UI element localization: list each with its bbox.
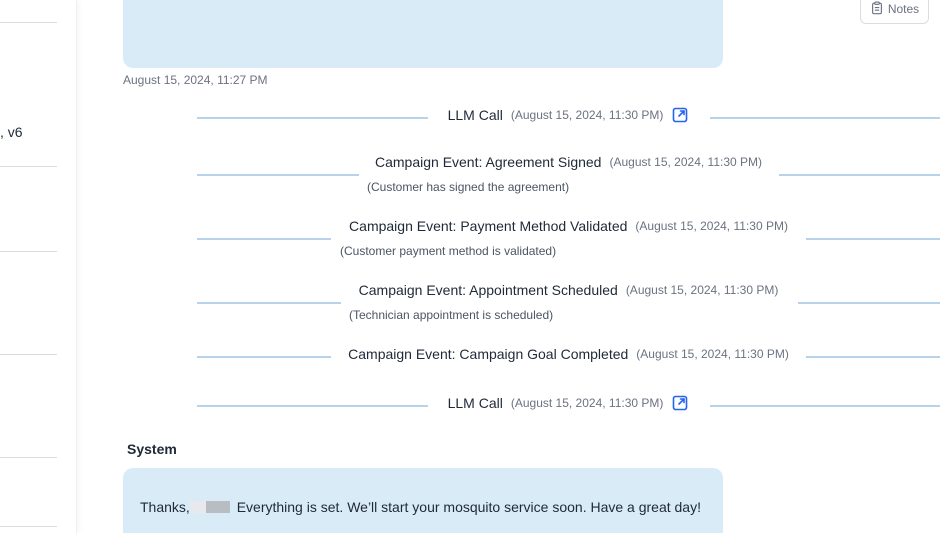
timeline-divider (798, 302, 940, 304)
notes-button-label: Notes (887, 2, 920, 16)
message-timestamp: August 15, 2024, 11:27 PM (123, 73, 268, 87)
message-bubble (123, 0, 723, 68)
timeline-event-goal-completed: Campaign Event: Campaign Goal Completed … (197, 346, 940, 370)
event-title: LLM Call (447, 107, 503, 123)
event-time: (August 15, 2024, 11:30 PM) (625, 283, 779, 297)
message-sender: System (127, 441, 177, 457)
list-divider (0, 22, 57, 23)
timeline-divider (197, 238, 331, 240)
event-time: (August 15, 2024, 11:30 PM) (609, 155, 763, 169)
timeline-event-llm-call: LLM Call (August 15, 2024, 11:30 PM) (197, 394, 940, 418)
external-link-icon[interactable] (671, 106, 689, 124)
conversation-item-label[interactable]: , v6 (0, 124, 23, 140)
timeline-divider (779, 174, 940, 176)
timeline-divider (806, 238, 940, 240)
event-description: (Customer payment method is validated) (340, 244, 557, 258)
event-time: (August 15, 2024, 11:30 PM) (636, 347, 789, 361)
list-divider (0, 166, 57, 167)
event-time: (August 15, 2024, 11:30 PM) (635, 219, 788, 233)
event-title: Campaign Event: Appointment Scheduled (358, 282, 618, 298)
event-title: Campaign Event: Agreement Signed (374, 154, 602, 170)
event-title: Campaign Event: Payment Method Validated (349, 218, 628, 234)
event-time: (August 15, 2024, 11:30 PM) (510, 396, 664, 410)
event-title: Campaign Event: Campaign Goal Completed (348, 346, 629, 362)
clipboard-icon (870, 0, 884, 18)
timeline-divider (197, 302, 341, 304)
event-time: (August 15, 2024, 11:30 PM) (510, 108, 664, 122)
event-description: (Technician appointment is scheduled) (349, 308, 554, 322)
event-title: LLM Call (447, 395, 503, 411)
list-divider (0, 251, 57, 252)
conversation-list-panel: , v6 (0, 0, 77, 533)
list-divider (0, 354, 57, 355)
timeline-event-agreement-signed: Campaign Event: Agreement Signed (August… (197, 154, 940, 178)
message-text-end: Everything is set. We’ll start your mosq… (232, 499, 701, 515)
timeline-event-payment-validated: Campaign Event: Payment Method Validated… (197, 218, 940, 242)
message-text-start: Thanks, (140, 499, 190, 515)
list-divider (0, 526, 57, 527)
timeline-event-llm-call: LLM Call (August 15, 2024, 11:30 PM) (197, 106, 940, 130)
timeline-event-appointment-scheduled: Campaign Event: Appointment Scheduled (A… (197, 282, 940, 306)
external-link-icon[interactable] (671, 394, 689, 412)
event-description: (Customer has signed the agreement) (367, 180, 570, 194)
redacted-name (189, 501, 230, 513)
system-message-bubble: Thanks, Everything is set. We’ll start y… (123, 468, 723, 533)
list-divider (0, 457, 57, 458)
notes-button[interactable]: Notes (860, 0, 929, 24)
timeline-divider (197, 174, 359, 176)
